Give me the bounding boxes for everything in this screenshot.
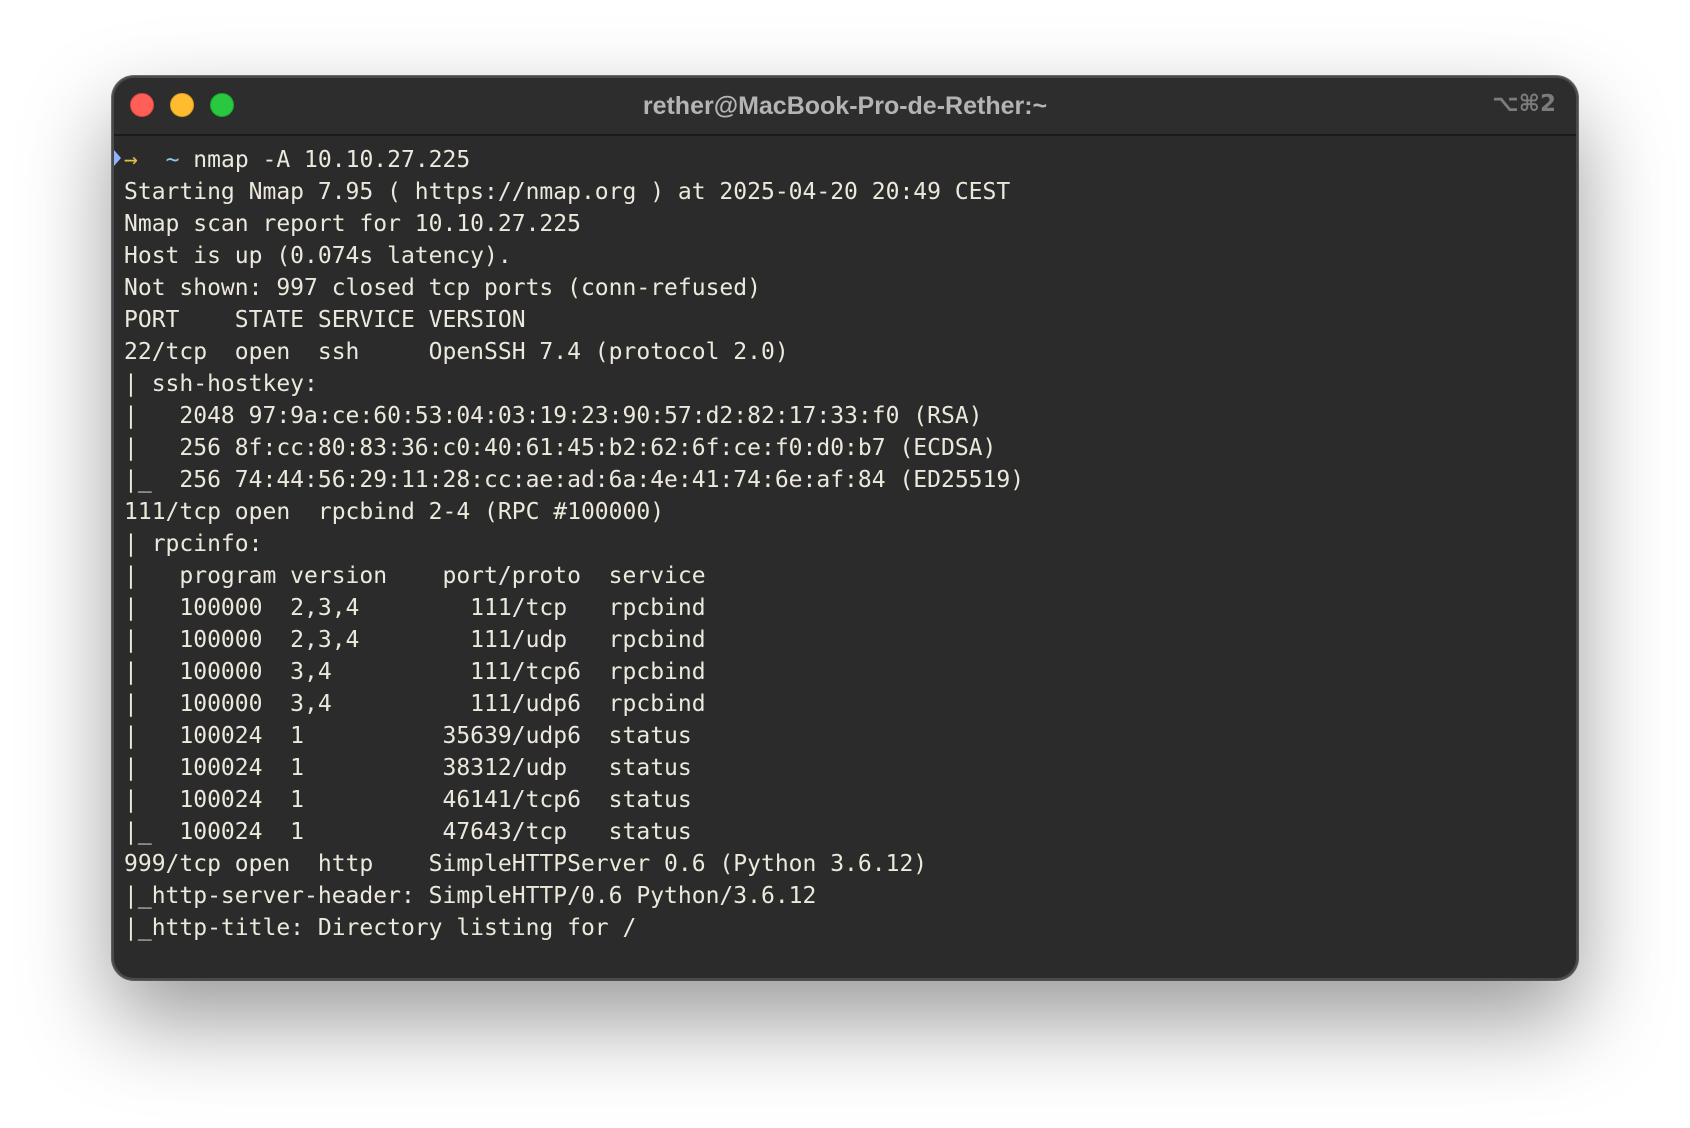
output-line: | 256 8f:cc:80:83:36:c0:40:61:45:b2:62:6…	[124, 435, 997, 461]
output-line: Starting Nmap 7.95 ( https://nmap.org ) …	[124, 179, 1011, 205]
output-line: | 100024 1 38312/udp status	[124, 755, 692, 781]
prompt-command: nmap -A 10.10.27.225	[193, 147, 471, 173]
title-bar[interactable]: rether@MacBook-Pro-de-Rether:~ ⌥⌘2	[114, 78, 1576, 136]
output-line: Nmap scan report for 10.10.27.225	[124, 211, 581, 237]
output-line: |_http-server-header: SimpleHTTP/0.6 Pyt…	[124, 883, 817, 909]
output-line: | 100000 2,3,4 111/tcp rpcbind	[124, 595, 706, 621]
output-line: | 100000 3,4 111/tcp6 rpcbind	[124, 659, 706, 685]
output-line: Host is up (0.074s latency).	[124, 243, 512, 269]
window-title: rether@MacBook-Pro-de-Rether:~	[642, 92, 1048, 120]
terminal-window: rether@MacBook-Pro-de-Rether:~ ⌥⌘2 → ~ n…	[112, 76, 1578, 980]
output-line: | 100024 1 46141/tcp6 status	[124, 787, 692, 813]
output-line: 22/tcp open ssh OpenSSH 7.4 (protocol 2.…	[124, 339, 789, 365]
output-line: | 100024 1 35639/udp6 status	[124, 723, 692, 749]
output-line: | 2048 97:9a:ce:60:53:04:03:19:23:90:57:…	[124, 403, 983, 429]
output-line: | rpcinfo:	[124, 531, 263, 557]
output-line: | 100000 2,3,4 111/udp rpcbind	[124, 627, 706, 653]
output-line: 111/tcp open rpcbind 2-4 (RPC #100000)	[124, 499, 665, 525]
output-line: |_http-title: Directory listing for /	[124, 915, 637, 941]
output-line: | 100000 3,4 111/udp6 rpcbind	[124, 691, 706, 717]
terminal-content[interactable]: → ~ nmap -A 10.10.27.225 Starting Nmap 7…	[114, 136, 1576, 944]
output-line: |_ 100024 1 47643/tcp status	[124, 819, 692, 845]
output-line: PORT STATE SERVICE VERSION	[124, 307, 526, 333]
tab-shortcut-label: ⌥⌘2	[1492, 91, 1556, 117]
output-line: | ssh-hostkey:	[124, 371, 318, 397]
prompt-cwd: ~	[165, 147, 180, 173]
prompt-arrow: →	[124, 147, 138, 173]
prompt-mark-icon	[114, 150, 121, 166]
output-line: | program version port/proto service	[124, 563, 706, 589]
output-line: |_ 256 74:44:56:29:11:28:cc:ae:ad:6a:4e:…	[124, 467, 1025, 493]
output-line: 999/tcp open http SimpleHTTPServer 0.6 (…	[124, 851, 928, 877]
output-line: Not shown: 997 closed tcp ports (conn-re…	[124, 275, 761, 301]
prompt-line: → ~ nmap -A 10.10.27.225	[114, 144, 1576, 176]
